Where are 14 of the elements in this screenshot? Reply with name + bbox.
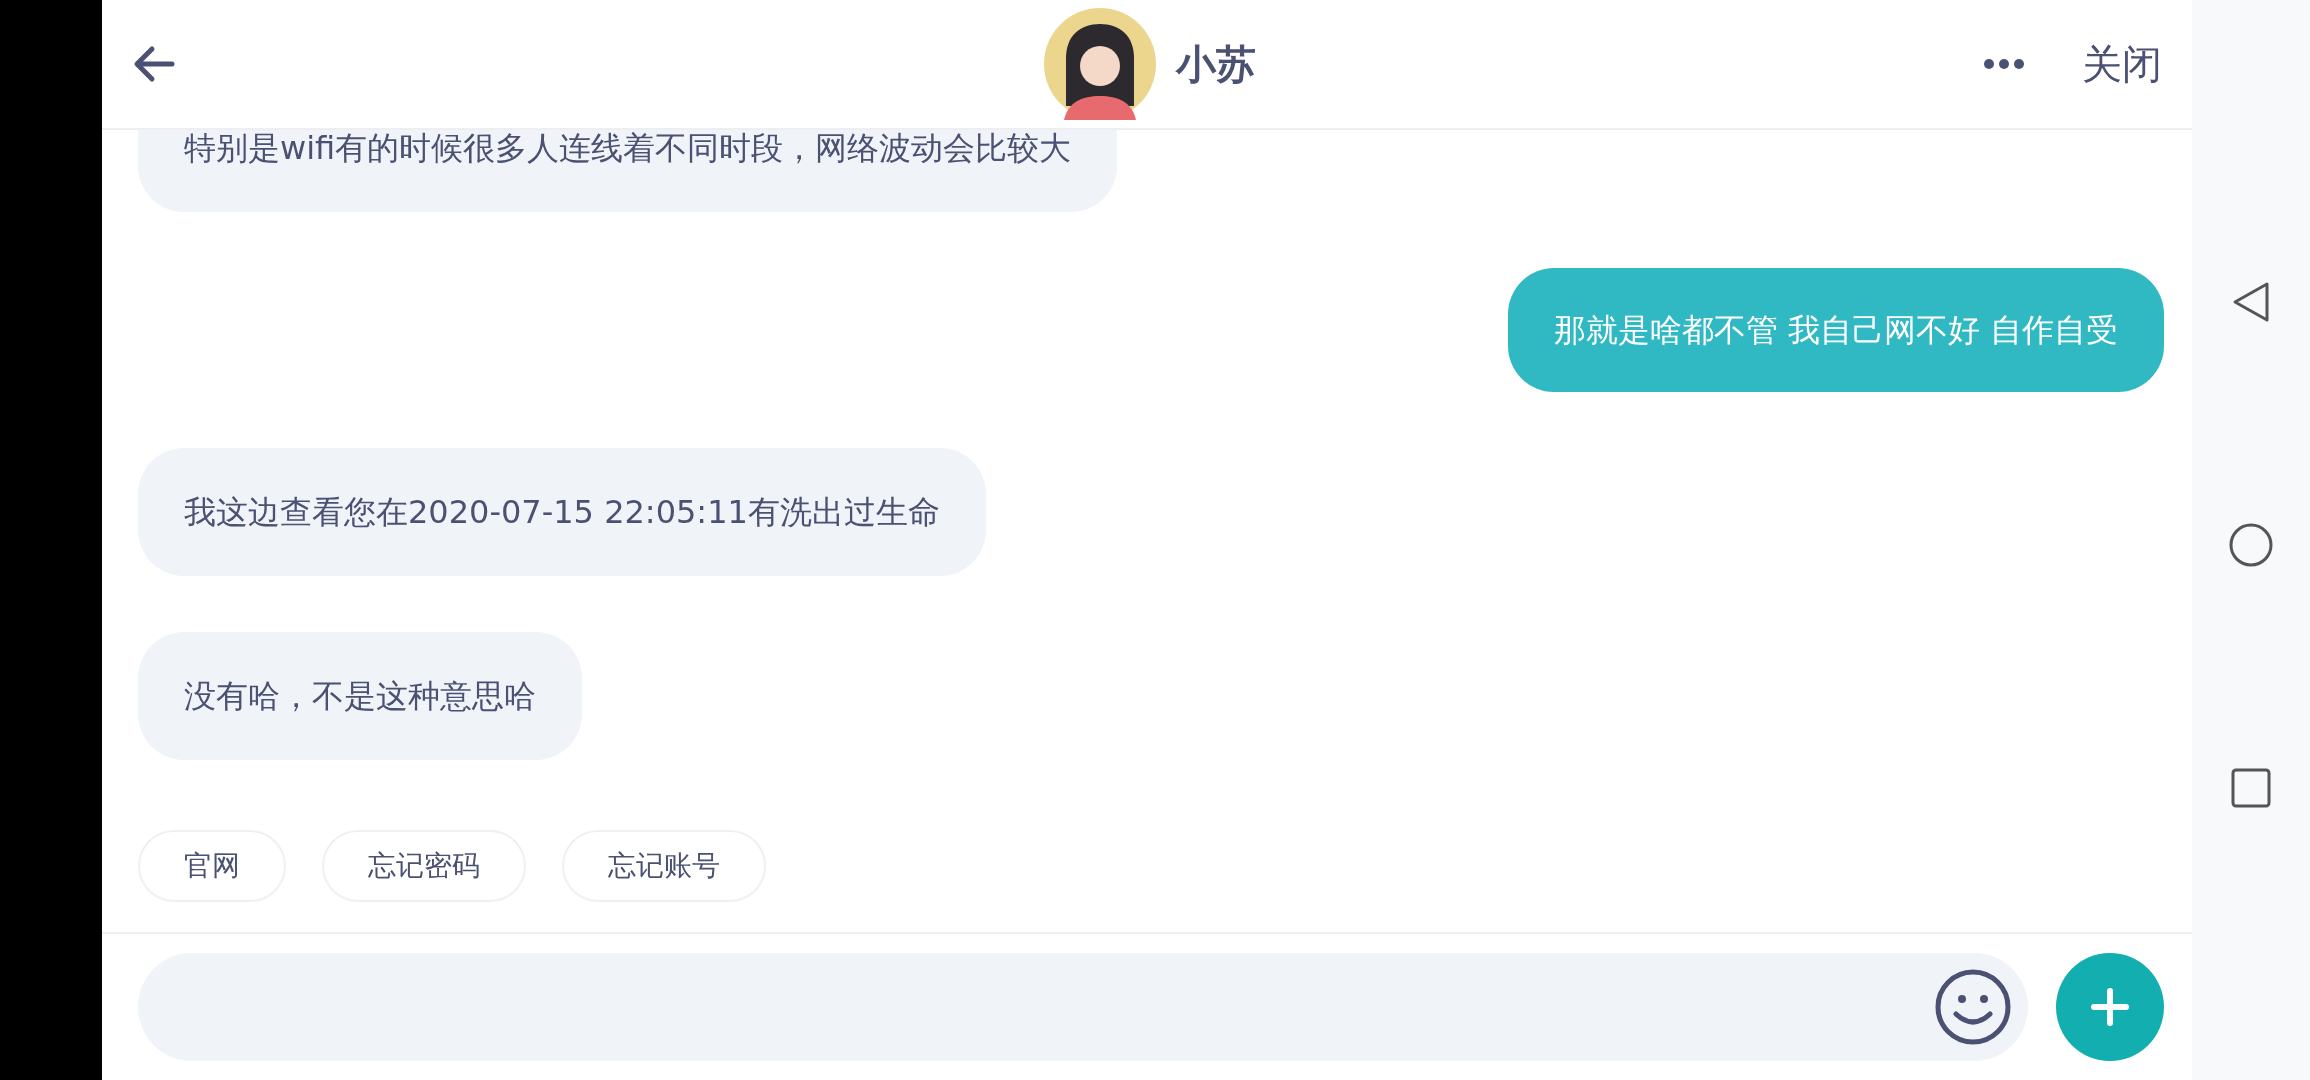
home-nav-icon[interactable]: [2229, 523, 2273, 567]
recents-nav-icon[interactable]: [2229, 766, 2273, 810]
quick-reply-chip[interactable]: 忘记账号: [562, 830, 766, 902]
message-bubble: 特别是wifi有的时候很多人连线着不同时段，网络波动会比较大: [138, 130, 1118, 212]
message-bubble: 我这边查看您在2020-07-15 22:05:11有洗出过生命: [138, 448, 986, 576]
contact-name: 小苏: [1176, 39, 1256, 89]
message-bubble: 那就是啥都不管 我自己网不好 自作自受: [1507, 268, 2164, 392]
quick-reply-chip[interactable]: 忘记密码: [322, 830, 526, 902]
message-bubble: 没有哈，不是这种意思哈: [138, 632, 582, 760]
plus-icon: [2090, 987, 2130, 1027]
close-button[interactable]: 关闭: [2082, 36, 2162, 92]
quick-reply-chip[interactable]: 官网: [138, 830, 286, 902]
more-icon[interactable]: [1982, 57, 2026, 71]
emoji-icon[interactable]: [1934, 968, 2012, 1046]
